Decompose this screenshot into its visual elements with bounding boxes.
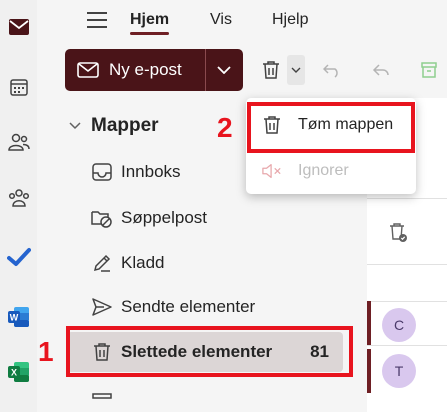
people-app-icon[interactable]	[6, 129, 32, 155]
folder-item-kladd[interactable]: Kladd	[67, 243, 343, 283]
menu-item-ignore[interactable]: Ignorer	[246, 148, 416, 194]
folder-label: Søppelpost	[121, 208, 207, 227]
delete-button[interactable]	[259, 58, 283, 82]
todo-app-icon[interactable]	[6, 244, 32, 270]
delete-options-button[interactable]	[287, 55, 305, 85]
new-mail-button[interactable]: Ny e-post	[65, 49, 205, 91]
chevron-down-icon	[291, 67, 301, 73]
folder-label: Sendte elementer	[121, 297, 256, 316]
inbox-icon	[91, 161, 113, 183]
groups-app-icon[interactable]	[6, 185, 32, 211]
ribbon-toolbar: Ny e-post	[37, 40, 447, 98]
new-mail-label: Ny e-post	[109, 60, 182, 79]
callout-number-2: 2	[217, 112, 233, 143]
draft-icon	[91, 252, 113, 274]
excel-app-icon[interactable]: X	[6, 359, 32, 385]
word-app-icon[interactable]: W	[6, 304, 32, 330]
callout-box-1	[66, 326, 353, 377]
archive-icon	[421, 62, 437, 78]
list-divider	[367, 264, 447, 265]
mail-app-icon[interactable]	[6, 14, 32, 40]
list-divider	[367, 345, 447, 346]
avatar: T	[382, 354, 416, 388]
folders-section-label: Mapper	[91, 115, 159, 136]
unread-indicator	[367, 349, 371, 393]
new-mail-options-button[interactable]	[205, 49, 243, 91]
archive-button[interactable]	[417, 58, 441, 82]
sent-icon	[91, 296, 113, 318]
callout-number-1: 1	[38, 336, 54, 367]
svg-text:X: X	[11, 368, 17, 378]
folder-item-partial[interactable]	[67, 380, 343, 412]
list-divider	[367, 198, 447, 199]
folder-label: Kladd	[121, 253, 165, 272]
undo-button[interactable]	[320, 58, 344, 82]
trash-icon	[263, 61, 279, 79]
tab-hjelp[interactable]: Hjelp	[272, 11, 308, 29]
avatar: C	[382, 308, 416, 342]
message-status-icon	[389, 222, 409, 249]
menu-item-label: Ignorer	[298, 162, 349, 179]
folder-item-sendte-elementer[interactable]: Sendte elementer	[67, 287, 343, 327]
junk-icon	[91, 207, 113, 229]
app-rail: W X	[0, 0, 37, 412]
svg-text:W: W	[10, 313, 19, 323]
undo-icon	[323, 64, 338, 78]
tab-hjem[interactable]: Hjem	[130, 11, 170, 35]
mute-icon	[262, 161, 282, 181]
list-divider	[367, 301, 447, 302]
chevron-down-icon	[69, 122, 81, 130]
calendar-app-icon[interactable]	[6, 74, 32, 100]
folder-label: Innboks	[121, 162, 181, 181]
reply-icon	[372, 64, 389, 76]
new-mail-split-button: Ny e-post	[65, 49, 243, 91]
reply-button[interactable]	[369, 58, 393, 82]
unread-indicator	[367, 301, 371, 345]
tab-vis[interactable]: Vis	[210, 11, 232, 29]
chevron-down-icon	[217, 66, 231, 74]
folders-section-header[interactable]: Mapper	[69, 115, 159, 137]
archive-icon	[91, 385, 113, 407]
hamburger-menu-icon[interactable]	[87, 12, 107, 28]
envelope-icon	[77, 62, 99, 78]
callout-box-2	[247, 102, 415, 153]
top-navigation: Hjem Vis Hjelp	[37, 0, 447, 40]
folder-item-soppelpost[interactable]: Søppelpost	[67, 198, 343, 238]
